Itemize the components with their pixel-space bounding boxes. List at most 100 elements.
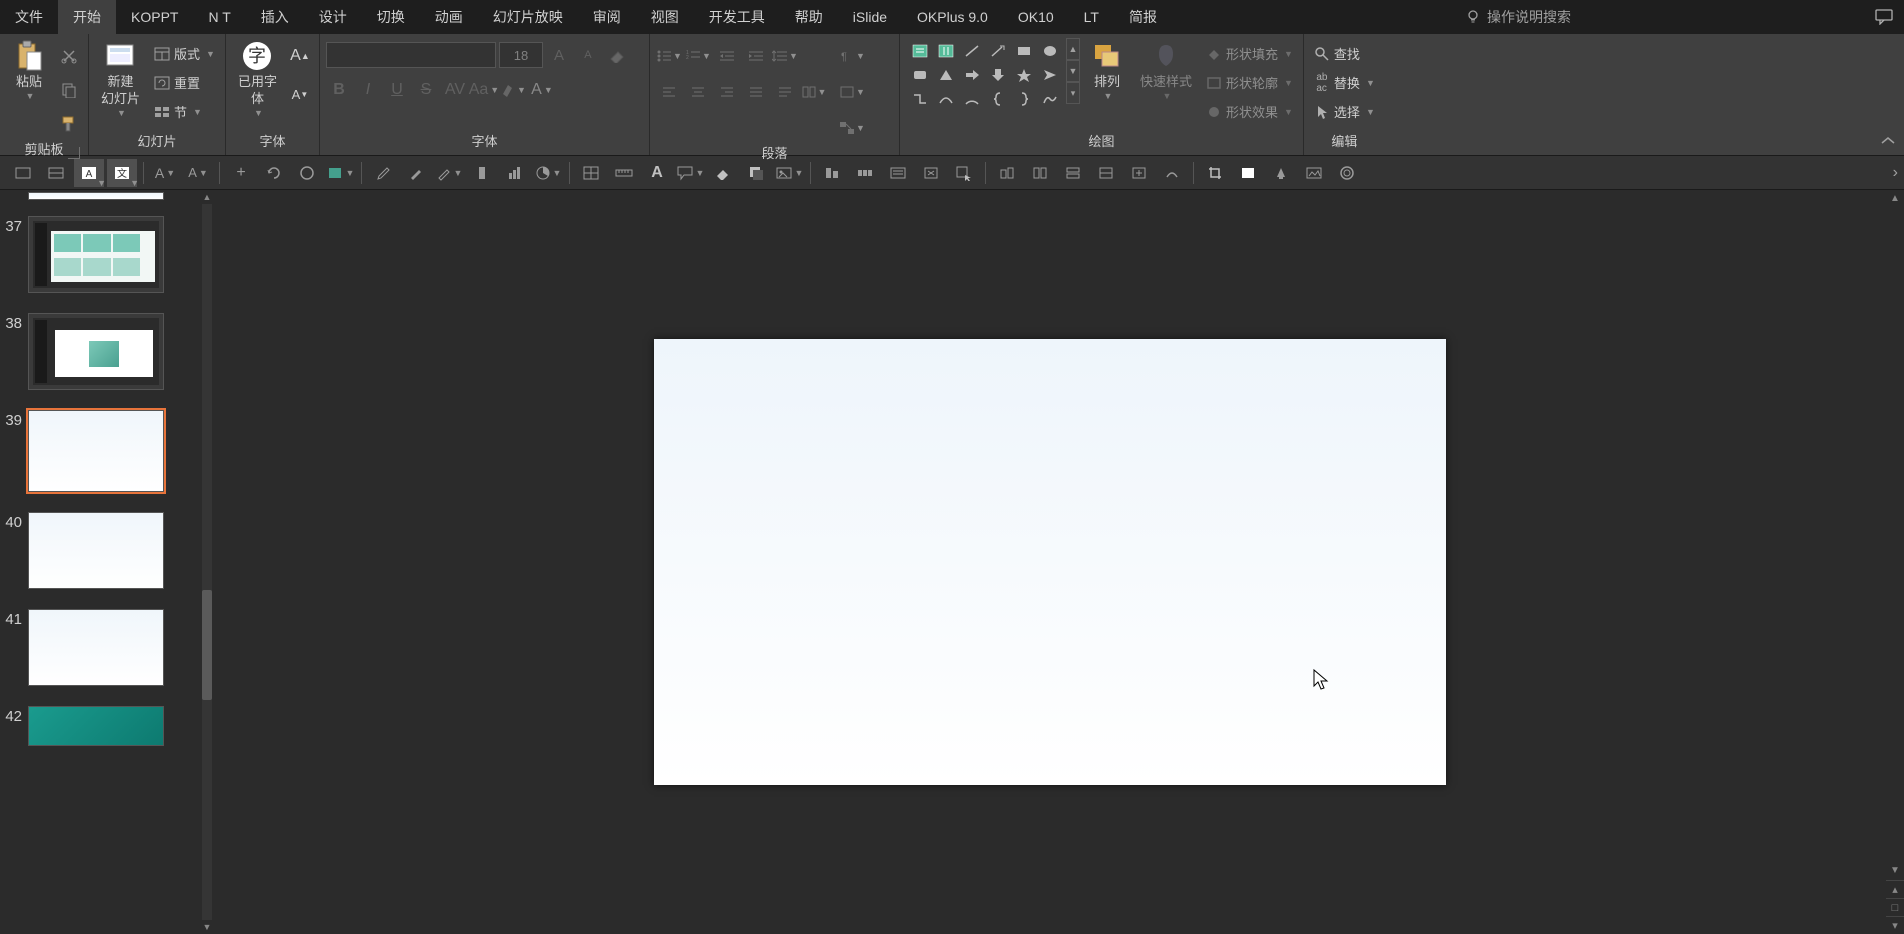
tab-koppt[interactable]: KOPPT — [116, 0, 193, 34]
tab-slideshow[interactable]: 幻灯片放映 — [478, 0, 578, 34]
shape-oval-icon[interactable] — [1038, 40, 1062, 62]
shape-brace-r-icon[interactable] — [1012, 88, 1036, 110]
shapes-scroll-up[interactable]: ▲ — [1066, 38, 1080, 60]
goto-button[interactable]: □ — [1886, 898, 1904, 916]
paste-button[interactable]: 粘贴 ▼ — [6, 38, 52, 103]
tell-me-search[interactable]: 操作说明搜索 — [1453, 0, 1583, 34]
qat-g5[interactable] — [1124, 159, 1154, 187]
qat-fontcolor[interactable]: A▼ — [150, 159, 180, 187]
find-button[interactable]: 查找 — [1310, 42, 1379, 65]
comments-icon[interactable] — [1864, 0, 1904, 34]
section-button[interactable]: 节▼ — [150, 100, 219, 123]
shapes-more[interactable]: ▾ — [1066, 82, 1080, 104]
scroll-up-icon[interactable]: ▲ — [200, 190, 214, 204]
qat-g1[interactable] — [992, 159, 1022, 187]
cut-button[interactable] — [56, 44, 82, 68]
shapes-gallery[interactable] — [906, 38, 1064, 112]
qat-overflow[interactable]: › — [1893, 164, 1898, 182]
tab-insert[interactable]: 插入 — [246, 0, 304, 34]
shape-freeform-icon[interactable] — [1038, 88, 1062, 110]
shape-arc-icon[interactable] — [960, 88, 984, 110]
qat-align[interactable] — [817, 159, 847, 187]
canvas-scrollbar[interactable]: ▲ ▼ ▴ □ ▾ — [1886, 190, 1904, 934]
shape-line-icon[interactable] — [960, 40, 984, 62]
qat-btn-1[interactable] — [8, 159, 38, 187]
scroll-up-icon[interactable]: ▲ — [1886, 190, 1904, 206]
slide-thumbnail[interactable] — [28, 512, 164, 589]
qat-eyedrop[interactable] — [368, 159, 398, 187]
shape-outline-button[interactable]: 形状轮廓▼ — [1202, 71, 1297, 94]
qat-fill[interactable]: ▼ — [325, 159, 355, 187]
shape-roundrect-icon[interactable] — [908, 64, 932, 86]
arrange-button[interactable]: 排列 ▼ — [1084, 38, 1130, 103]
qat-g2[interactable] — [1025, 159, 1055, 187]
qat-ring[interactable] — [1332, 159, 1362, 187]
shape-fill-button[interactable]: 形状填充▼ — [1202, 42, 1297, 65]
tab-nt[interactable]: N T — [193, 0, 245, 34]
tab-islide[interactable]: iSlide — [838, 0, 902, 34]
qat-brush[interactable]: ▼ — [434, 159, 464, 187]
qat-pie[interactable]: ▼ — [533, 159, 563, 187]
shape-arrow-line-icon[interactable] — [986, 40, 1010, 62]
qat-chart[interactable] — [500, 159, 530, 187]
scroll-thumb[interactable] — [202, 590, 212, 700]
slide-thumbnail[interactable] — [28, 609, 164, 686]
new-slide-button[interactable]: 新建 幻灯片 ▼ — [95, 38, 146, 120]
qat-ruler[interactable] — [609, 159, 639, 187]
qat-rotate[interactable] — [259, 159, 289, 187]
tab-view[interactable]: 视图 — [636, 0, 694, 34]
shape-arrow-right-icon[interactable] — [960, 64, 984, 86]
shape-arrow-down-icon[interactable] — [986, 64, 1010, 86]
shape-effects-button[interactable]: 形状效果▼ — [1202, 100, 1297, 123]
qat-img[interactable]: ▼ — [774, 159, 804, 187]
qat-lamp[interactable] — [1266, 159, 1296, 187]
copy-button[interactable] — [56, 78, 82, 102]
tab-ok10[interactable]: OK10 — [1003, 0, 1069, 34]
qat-shape[interactable] — [467, 159, 497, 187]
tab-design[interactable]: 设计 — [304, 0, 362, 34]
tab-file[interactable]: 文件 — [0, 0, 58, 34]
qat-g4[interactable] — [1091, 159, 1121, 187]
qat-lang[interactable]: 文▼ — [107, 159, 137, 187]
replace-button[interactable]: abac替换▼ — [1310, 71, 1379, 94]
tab-home[interactable]: 开始 — [58, 0, 116, 34]
qat-close[interactable] — [916, 159, 946, 187]
increase-font-button[interactable]: A▲ — [287, 44, 313, 68]
dialog-launcher-icon[interactable] — [68, 147, 80, 159]
qat-crop[interactable] — [1200, 159, 1230, 187]
qat-callout[interactable]: ▼ — [675, 159, 705, 187]
qat-btn-2[interactable] — [41, 159, 71, 187]
shape-star-icon[interactable] — [1012, 64, 1036, 86]
shape-brace-l-icon[interactable] — [986, 88, 1010, 110]
slide-thumbnail[interactable] — [28, 706, 164, 746]
slide-canvas-area[interactable] — [214, 190, 1886, 934]
tab-developer[interactable]: 开发工具 — [694, 0, 780, 34]
next-slide-button[interactable]: ▾ — [1886, 916, 1904, 934]
tab-animations[interactable]: 动画 — [420, 0, 478, 34]
qat-erase[interactable] — [708, 159, 738, 187]
qat-fill-white[interactable] — [1233, 159, 1263, 187]
collapse-ribbon-button[interactable] — [1880, 135, 1896, 147]
prev-slide-button[interactable]: ▴ — [1886, 880, 1904, 898]
select-button[interactable]: 选择▼ — [1310, 100, 1379, 123]
scroll-down-icon[interactable]: ▼ — [200, 920, 214, 934]
shape-triangle-icon[interactable] — [934, 64, 958, 86]
tab-review[interactable]: 审阅 — [578, 0, 636, 34]
qat-btn-a2[interactable]: A▼ — [183, 159, 213, 187]
slide-thumbnail[interactable] — [28, 313, 164, 390]
slide-thumbnail-partial[interactable] — [28, 192, 164, 200]
shape-curve-icon[interactable] — [934, 88, 958, 110]
qat-select[interactable] — [949, 159, 979, 187]
shapes-scroll-down[interactable]: ▼ — [1066, 60, 1080, 82]
qat-text-a[interactable]: A — [642, 159, 672, 187]
qat-pen[interactable] — [401, 159, 431, 187]
font-name-combo[interactable] — [326, 42, 496, 68]
font-size-combo[interactable]: 18 — [499, 42, 543, 68]
qat-shadow[interactable] — [741, 159, 771, 187]
qat-table[interactable] — [576, 159, 606, 187]
shape-rect-icon[interactable] — [1012, 40, 1036, 62]
tab-transitions[interactable]: 切换 — [362, 0, 420, 34]
quick-styles-button[interactable]: 快速样式 ▼ — [1134, 38, 1198, 103]
slide-thumbnail[interactable] — [28, 216, 164, 293]
tab-help[interactable]: 帮助 — [780, 0, 838, 34]
